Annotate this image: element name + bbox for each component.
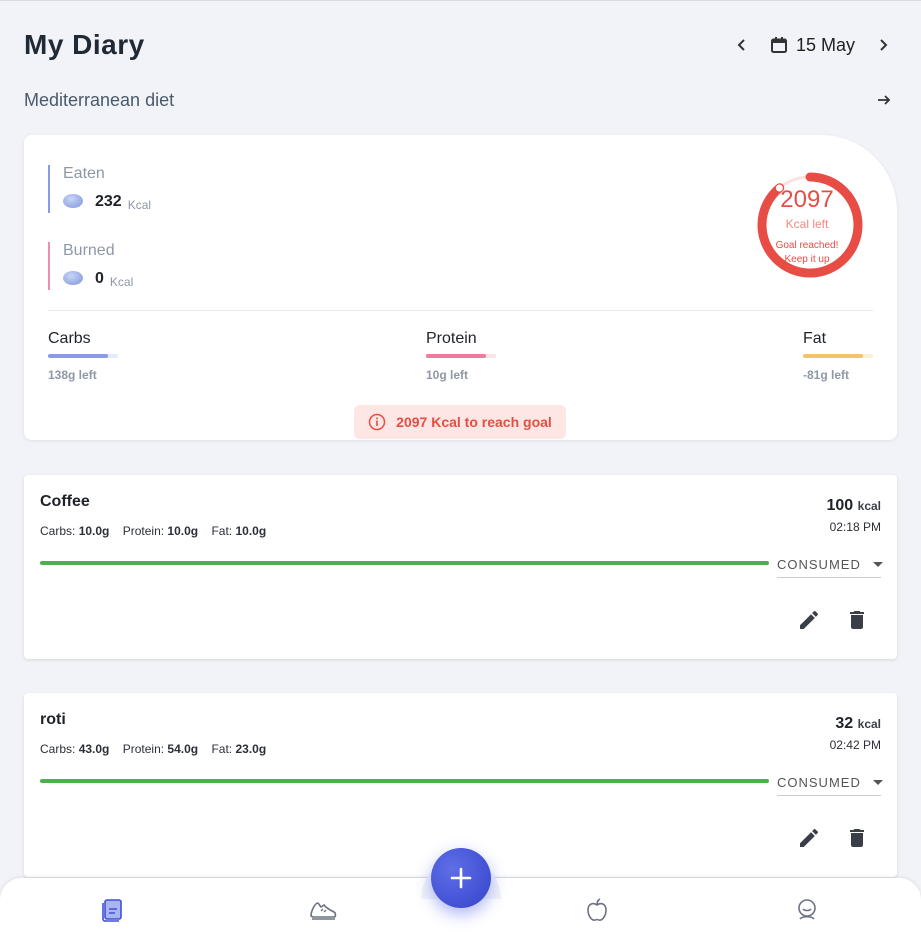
burned-unit: Kcal <box>109 275 134 289</box>
macro-bar <box>426 354 496 358</box>
macro-bar-fill <box>426 354 486 358</box>
dropdown-caret-icon <box>872 562 883 567</box>
plus-icon <box>450 867 472 889</box>
burned-stat: Burned 0 Kcal <box>48 242 133 290</box>
carbs-label: Carbs: <box>40 524 76 538</box>
macro-name: Fat <box>803 330 827 347</box>
daily-summary-card: Eaten 232 Kcal Burned 0 Kcal 2097 Kcal l… <box>24 135 897 440</box>
eaten-stat: Eaten 232 Kcal <box>48 165 151 213</box>
page-title: My Diary <box>24 29 145 60</box>
meal-macros: Carbs: 43.0g Protein: 54.0g Fat: 23.0g <box>40 742 266 756</box>
calendar-icon <box>770 37 787 53</box>
eaten-label: Eaten <box>63 165 105 182</box>
delete-icon[interactable] <box>845 826 869 850</box>
kcal-value: 32 <box>835 715 854 732</box>
activity-icon[interactable] <box>309 896 337 924</box>
previous-day-button[interactable] <box>728 31 756 59</box>
nutrition-icon[interactable] <box>583 896 611 924</box>
summary-divider <box>48 310 873 311</box>
macro-carbs: Carbs 138g left <box>48 330 158 382</box>
macro-bar <box>803 354 873 358</box>
meal-card[interactable]: Coffee Carbs: 10.0g Protein: 10.0g Fat: … <box>24 475 897 659</box>
status-dropdown[interactable]: CONSUMED <box>777 552 883 578</box>
ring-end-dot <box>775 184 783 192</box>
carbs-value: 43.0g <box>78 742 110 756</box>
macro-name: Carbs <box>48 330 91 347</box>
macro-protein: Protein 10g left <box>426 330 536 382</box>
kcal-unit: kcal <box>857 499 881 513</box>
profile-icon[interactable] <box>793 896 821 924</box>
macro-bar <box>48 354 118 358</box>
add-entry-button[interactable] <box>431 848 491 908</box>
kcal-progress-ring <box>757 172 863 278</box>
chevron-right-icon <box>880 39 888 51</box>
meal-name: roti <box>40 711 66 728</box>
fat-value: 23.0g <box>235 742 267 756</box>
food-blob-icon <box>63 194 83 208</box>
meal-kcal: 32 kcal <box>835 715 881 733</box>
chevron-left-icon <box>737 39 745 51</box>
eaten-unit: Kcal <box>127 198 152 212</box>
fat-label: Fat: <box>211 742 233 756</box>
eaten-value: 232 <box>95 193 122 210</box>
diary-icon[interactable] <box>99 896 127 924</box>
macro-left: -81g left <box>803 368 850 382</box>
kcal-value: 100 <box>826 497 854 514</box>
goal-message-pill: 2097 Kcal to reach goal <box>354 405 566 439</box>
kcal-unit: kcal <box>857 717 881 731</box>
protein-label: Protein: <box>122 742 165 756</box>
protein-value: 54.0g <box>167 742 199 756</box>
next-day-button[interactable] <box>869 31 897 59</box>
carbs-label: Carbs: <box>40 742 76 756</box>
macro-bar-fill <box>803 354 863 358</box>
fat-label: Fat: <box>211 524 233 538</box>
macro-name: Protein <box>426 330 477 347</box>
goal-message: 2097 Kcal to reach goal <box>396 414 552 430</box>
diet-plan-row[interactable]: Mediterranean diet <box>24 87 897 113</box>
burned-label: Burned <box>63 242 115 259</box>
fire-blob-icon <box>63 271 83 285</box>
meal-progress-bar <box>40 779 769 783</box>
current-date: 15 May <box>795 34 855 55</box>
ring-progress-arc <box>757 172 863 278</box>
date-navigator: 15 May <box>728 31 897 59</box>
fat-value: 10.0g <box>235 524 267 538</box>
dropdown-caret-icon <box>872 780 883 785</box>
protein-value: 10.0g <box>167 524 199 538</box>
meal-kcal: 100 kcal <box>826 497 881 515</box>
edit-icon[interactable] <box>797 608 821 632</box>
macro-fat: Fat -81g left <box>803 330 913 382</box>
meal-time: 02:18 PM <box>829 520 881 534</box>
diet-plan-name: Mediterranean diet <box>24 89 175 110</box>
date-picker[interactable]: 15 May <box>770 35 855 56</box>
status-value: CONSUMED <box>777 557 861 572</box>
arrow-right-icon[interactable] <box>871 87 897 113</box>
delete-icon[interactable] <box>845 608 869 632</box>
meal-progress-bar <box>40 561 769 565</box>
meal-name: Coffee <box>40 493 90 510</box>
burned-value: 0 <box>95 270 104 287</box>
protein-label: Protein: <box>122 524 165 538</box>
meal-time: 02:42 PM <box>829 738 881 752</box>
macro-left: 10g left <box>426 368 469 382</box>
edit-icon[interactable] <box>797 826 821 850</box>
macro-left: 138g left <box>48 368 97 382</box>
info-icon <box>368 413 386 431</box>
macro-bar-fill <box>48 354 108 358</box>
status-dropdown[interactable]: CONSUMED <box>777 770 883 796</box>
carbs-value: 10.0g <box>78 524 110 538</box>
status-value: CONSUMED <box>777 775 861 790</box>
meal-macros: Carbs: 10.0g Protein: 10.0g Fat: 10.0g <box>40 524 266 538</box>
